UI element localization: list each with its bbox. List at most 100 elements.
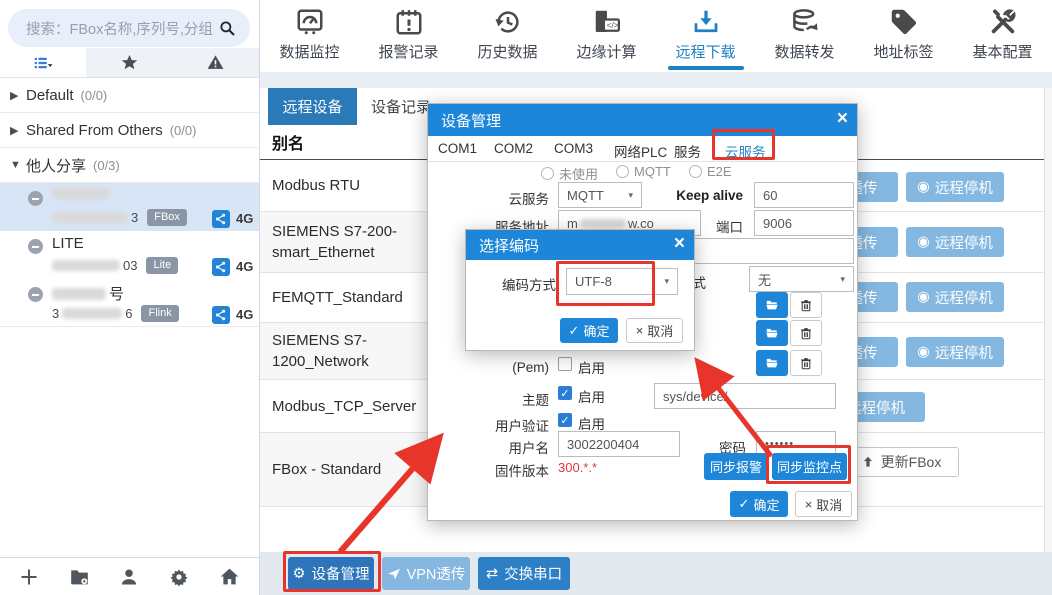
share-icon[interactable] [212,210,230,228]
toolbar-item-alarm-records[interactable]: 报警记录 [359,0,458,72]
open-folder-button[interactable] [756,320,788,346]
radio-unused[interactable]: 未使用 [541,164,598,183]
alias-cell[interactable]: Modbus_TCP_Server [272,380,434,432]
add-icon[interactable] [19,567,39,587]
redacted-serial [52,212,128,223]
toolbar-item-remote-download[interactable]: 远程下载 [656,0,755,72]
toolbar-label: 历史数据 [477,41,537,62]
tab-service[interactable]: 服务 [674,141,701,161]
search-input[interactable]: 搜索：FBox名称,序列号,分组 [8,9,250,47]
firmware-label: 固件版本 [428,460,549,480]
sidebar-group-shared[interactable]: ▶ Shared From Others (0/0) [0,113,259,148]
update-fbox-button[interactable]: 更新FBox [843,447,959,477]
close-icon[interactable]: × [837,108,848,130]
tab-list-view[interactable] [0,48,86,77]
topic-label: 主题 [428,389,549,409]
keep-alive-input[interactable]: 60 [754,182,854,208]
user-auth-checkbox[interactable]: ✓ [558,413,572,427]
remote-stop-button[interactable]: ◉远程停机 [906,172,1004,202]
minus-circle-icon[interactable] [28,287,43,302]
chevron-right-icon[interactable]: ▶ [10,89,26,102]
user-auth-label: 用户验证 [428,415,549,435]
user-icon[interactable] [119,567,139,587]
tab-network-plc[interactable]: 网络PLC [614,141,667,161]
vpn-passthrough-button[interactable]: VPN透传 [382,557,470,590]
delete-trash-button[interactable] [790,320,822,346]
device-item[interactable]: 3 FBox 4G [0,183,259,231]
stop-circle-icon: ◉ [917,234,930,250]
list-icon [32,54,54,72]
tab-favorites[interactable] [86,48,172,77]
cancel-button[interactable]: ×取消 [626,318,683,343]
toolbar-item-basic-config[interactable]: 基本配置 [953,0,1052,72]
search-icon[interactable] [218,19,236,37]
redacted-name [52,187,110,199]
chevron-down-icon[interactable]: ▼ [10,159,26,171]
tab-com1[interactable]: COM1 [438,141,477,156]
sidebar-group-others-share[interactable]: ▼ 他人分享 (0/3) [0,148,259,183]
device-manage-button[interactable]: ⚙ 设备管理 [288,557,374,590]
settings-gear-icon[interactable] [169,567,189,587]
toolbar-item-edge-computing[interactable]: </> 边缘计算 [557,0,656,72]
alias-cell[interactable]: SIEMENS S7-200-smart_Ethernet [272,212,434,272]
bottom-bar [260,552,1052,595]
mode-select[interactable]: 无▾ [749,266,854,292]
toolbar-item-data-monitor[interactable]: 数据监控 [260,0,359,72]
tab-com2[interactable]: COM2 [494,141,533,156]
sidebar-footer [0,557,259,595]
share-icon[interactable] [212,258,230,276]
remote-stop-button[interactable]: ◉远程停机 [906,282,1004,312]
ok-button[interactable]: ✓确定 [560,318,618,343]
open-folder-button[interactable] [756,292,788,318]
toolbar-item-history-data[interactable]: 历史数据 [458,0,557,72]
stop-circle-icon: ◉ [917,179,930,195]
encoding-select[interactable]: UTF-8▾ [566,268,678,295]
sidebar-group-default[interactable]: ▶ Default (0/0) [0,78,259,113]
tab-remote-devices[interactable]: 远程设备 [268,88,357,125]
delete-trash-button[interactable] [790,292,822,318]
share-icon[interactable] [212,306,230,324]
toolbar-item-data-forward[interactable]: 数据转发 [755,0,854,72]
open-folder-button[interactable] [756,350,788,376]
scrollbar-track[interactable] [1044,88,1052,552]
alias-cell[interactable]: FEMQTT_Standard [272,273,434,322]
remote-stop-button[interactable]: ◉远程停机 [906,227,1004,257]
sync-alarm-button[interactable]: 同步报警 [704,453,768,480]
device-item[interactable]: 号 3 6 Flink 4G [0,279,259,327]
alias-cell[interactable]: SIEMENS S7-1200_Network [272,323,434,379]
warning-icon [206,53,225,72]
delete-trash-button[interactable] [790,350,822,376]
ok-button[interactable]: ✓确定 [730,491,788,517]
radio-icon [541,167,554,180]
topic-enable-checkbox[interactable]: ✓ [558,386,572,400]
sync-points-button[interactable]: 同步监控点 [772,453,847,480]
username-input[interactable]: 3002200404 [558,431,680,457]
radio-e2e[interactable]: E2E [689,164,732,179]
minus-circle-icon[interactable] [28,191,43,206]
download-icon [691,7,721,37]
redacted-serial [52,260,120,271]
cancel-button[interactable]: ×取消 [795,491,852,517]
radio-mqtt[interactable]: MQTT [616,164,671,179]
home-icon[interactable] [219,566,240,587]
group-count: (0/0) [170,123,197,138]
chevron-right-icon[interactable]: ▶ [10,124,26,137]
tab-com3[interactable]: COM3 [554,141,593,156]
alias-cell[interactable]: Modbus RTU [272,160,434,211]
toolbar-item-address-tags[interactable]: 地址标签 [854,0,953,72]
topic-input[interactable]: sys/device/ [654,383,836,409]
tab-cloud-service[interactable]: 云服务 [725,141,766,161]
pem-enable-checkbox[interactable] [558,357,572,371]
toolbar-label: 数据监控 [279,41,339,62]
close-icon[interactable]: × [674,233,685,255]
port-input[interactable]: 9006 [754,210,854,236]
remote-stop-button[interactable]: ◉远程停机 [906,337,1004,367]
network-label: 4G [236,307,253,322]
tab-alarms[interactable] [173,48,259,77]
device-item[interactable]: LITE 03 Lite 4G [0,231,259,279]
minus-circle-icon[interactable] [28,239,43,254]
dialog-title-bar: 选择编码 [466,230,694,260]
swap-serial-button[interactable]: ⇄ 交换串口 [478,557,570,590]
alias-cell[interactable]: FBox - Standard [272,433,434,506]
folder-manage-icon[interactable] [69,566,90,587]
